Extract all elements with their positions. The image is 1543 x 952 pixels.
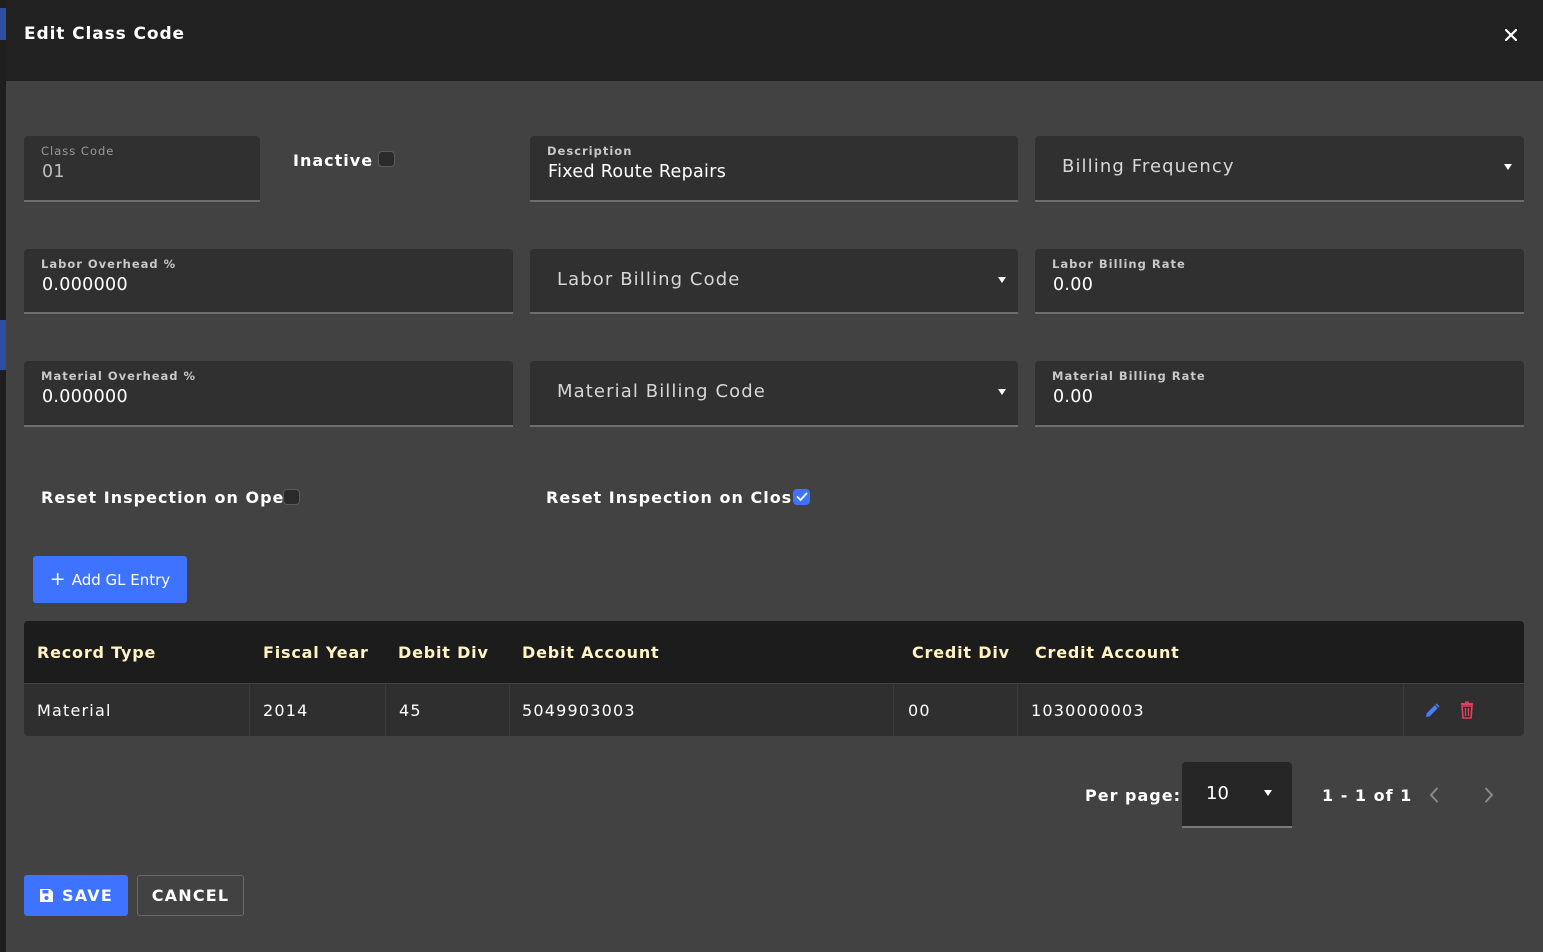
dialog-title: Edit Class Code	[24, 24, 185, 44]
per-page-label: Per page:	[1085, 786, 1181, 805]
cancel-button[interactable]: CANCEL	[137, 875, 244, 916]
per-page-select[interactable]: 10	[1182, 762, 1292, 828]
cell-fiscal-year: 2014	[250, 684, 386, 736]
labor-billing-rate-value: 0.00	[1053, 275, 1094, 295]
column-header-credit-div[interactable]: Credit Div	[912, 643, 1010, 662]
gl-entries-table: Record Type Fiscal Year Debit Div Debit …	[24, 621, 1524, 736]
column-header-debit-div[interactable]: Debit Div	[398, 643, 489, 662]
add-gl-entry-button[interactable]: + Add GL Entry	[33, 556, 187, 603]
cancel-label: CANCEL	[151, 886, 230, 905]
cell-credit-div: 00	[894, 684, 1018, 736]
labor-overhead-value: 0.000000	[42, 275, 128, 295]
chevron-left-icon	[1429, 787, 1438, 803]
close-icon	[1505, 29, 1517, 41]
class-code-value: 01	[42, 162, 65, 182]
description-value: Fixed Route Repairs	[548, 162, 727, 182]
column-header-credit-account[interactable]: Credit Account	[1035, 643, 1180, 662]
column-header-debit-account[interactable]: Debit Account	[522, 643, 659, 662]
labor-billing-code-select[interactable]: Labor Billing Code	[530, 249, 1018, 314]
cell-record-type: Material	[24, 684, 250, 736]
material-billing-rate-field[interactable]: Material Billing Rate 0.00	[1035, 361, 1524, 427]
reset-on-close-checkbox[interactable]	[793, 489, 810, 505]
add-gl-entry-label: Add GL Entry	[71, 570, 171, 589]
billing-frequency-placeholder: Billing Frequency	[1062, 156, 1235, 177]
save-button[interactable]: SAVE	[24, 875, 128, 916]
table-header: Record Type Fiscal Year Debit Div Debit …	[24, 621, 1524, 684]
description-field[interactable]: Description Fixed Route Repairs	[530, 136, 1018, 202]
row-actions	[1404, 684, 1524, 736]
description-label: Description	[547, 144, 633, 158]
class-code-label: Class Code	[41, 144, 115, 158]
chevron-down-icon	[1264, 790, 1272, 796]
pagination-range: 1 - 1 of 1	[1322, 786, 1413, 805]
edit-class-code-dialog: Edit Class Code Class Code 01 Inactive D…	[6, 0, 1543, 952]
labor-billing-rate-field[interactable]: Labor Billing Rate 0.00	[1035, 249, 1524, 314]
save-label: SAVE	[62, 886, 113, 905]
material-overhead-label: Material Overhead %	[41, 369, 197, 383]
previous-page-button[interactable]	[1424, 784, 1444, 806]
inactive-label: Inactive	[293, 151, 374, 170]
chevron-right-icon	[1485, 787, 1494, 803]
close-button[interactable]	[1501, 25, 1521, 45]
column-header-record-type[interactable]: Record Type	[37, 643, 156, 662]
chevron-down-icon	[998, 277, 1006, 283]
edit-icon[interactable]	[1424, 701, 1442, 719]
chevron-down-icon	[998, 389, 1006, 395]
material-overhead-value: 0.000000	[42, 387, 128, 407]
next-page-button[interactable]	[1479, 784, 1499, 806]
material-billing-code-select[interactable]: Material Billing Code	[530, 361, 1018, 427]
chevron-down-icon	[1504, 164, 1512, 170]
labor-overhead-field[interactable]: Labor Overhead % 0.000000	[24, 249, 513, 314]
plus-icon: +	[49, 568, 66, 590]
labor-billing-rate-label: Labor Billing Rate	[1052, 257, 1186, 271]
reset-on-close-label: Reset Inspection on Close	[546, 488, 805, 507]
cell-debit-div: 45	[386, 684, 510, 736]
table-row[interactable]: Material 2014 45 5049903003 00 103000000…	[24, 684, 1524, 736]
save-icon	[40, 889, 54, 902]
reset-on-open-checkbox[interactable]	[283, 489, 300, 505]
reset-on-open-label: Reset Inspection on Open	[41, 488, 297, 507]
labor-overhead-label: Labor Overhead %	[41, 257, 177, 271]
billing-frequency-select[interactable]: Billing Frequency	[1035, 136, 1524, 202]
labor-billing-code-placeholder: Labor Billing Code	[557, 269, 741, 290]
cell-debit-account: 5049903003	[510, 684, 894, 736]
inactive-checkbox[interactable]	[378, 151, 395, 167]
per-page-value: 10	[1206, 783, 1229, 804]
checkmark-icon	[796, 492, 807, 501]
cell-credit-account: 1030000003	[1018, 684, 1404, 736]
delete-icon[interactable]	[1460, 701, 1474, 719]
column-header-fiscal-year[interactable]: Fiscal Year	[263, 643, 369, 662]
material-billing-rate-value: 0.00	[1053, 387, 1094, 407]
dialog-header: Edit Class Code	[6, 0, 1543, 81]
material-billing-code-placeholder: Material Billing Code	[557, 381, 766, 402]
material-overhead-field[interactable]: Material Overhead % 0.000000	[24, 361, 513, 427]
class-code-field[interactable]: Class Code 01	[24, 136, 260, 202]
material-billing-rate-label: Material Billing Rate	[1052, 369, 1206, 383]
